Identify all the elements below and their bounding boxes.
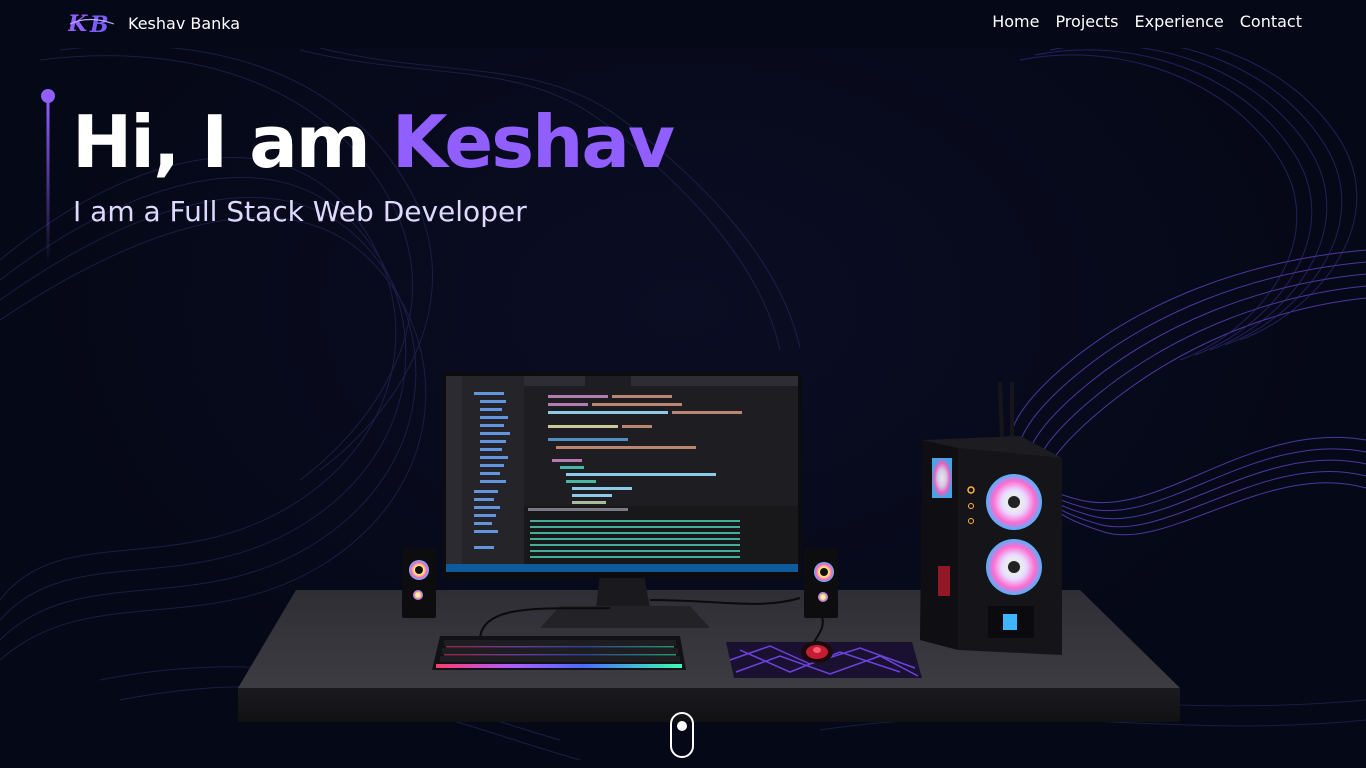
nav-home[interactable]: Home (992, 12, 1039, 31)
svg-text:B: B (89, 12, 109, 36)
nav-contact[interactable]: Contact (1240, 12, 1302, 31)
nav-links: Home Projects Experience Contact (992, 12, 1302, 31)
scroll-dot (677, 721, 687, 731)
page: K B Keshav Banka Home Projects Experienc… (0, 0, 1366, 768)
brand-link[interactable]: K B Keshav Banka (68, 10, 240, 36)
desktop-setup-3d-icon[interactable] (0, 0, 1366, 768)
kb-logo-icon: K B (68, 11, 115, 36)
nav-experience[interactable]: Experience (1135, 12, 1224, 31)
scroll-mouse-icon[interactable] (670, 712, 694, 758)
brand-name: Keshav Banka (128, 13, 241, 33)
navbar: K B Keshav Banka Home Projects Experienc… (0, 0, 1366, 48)
nav-projects[interactable]: Projects (1055, 12, 1118, 31)
